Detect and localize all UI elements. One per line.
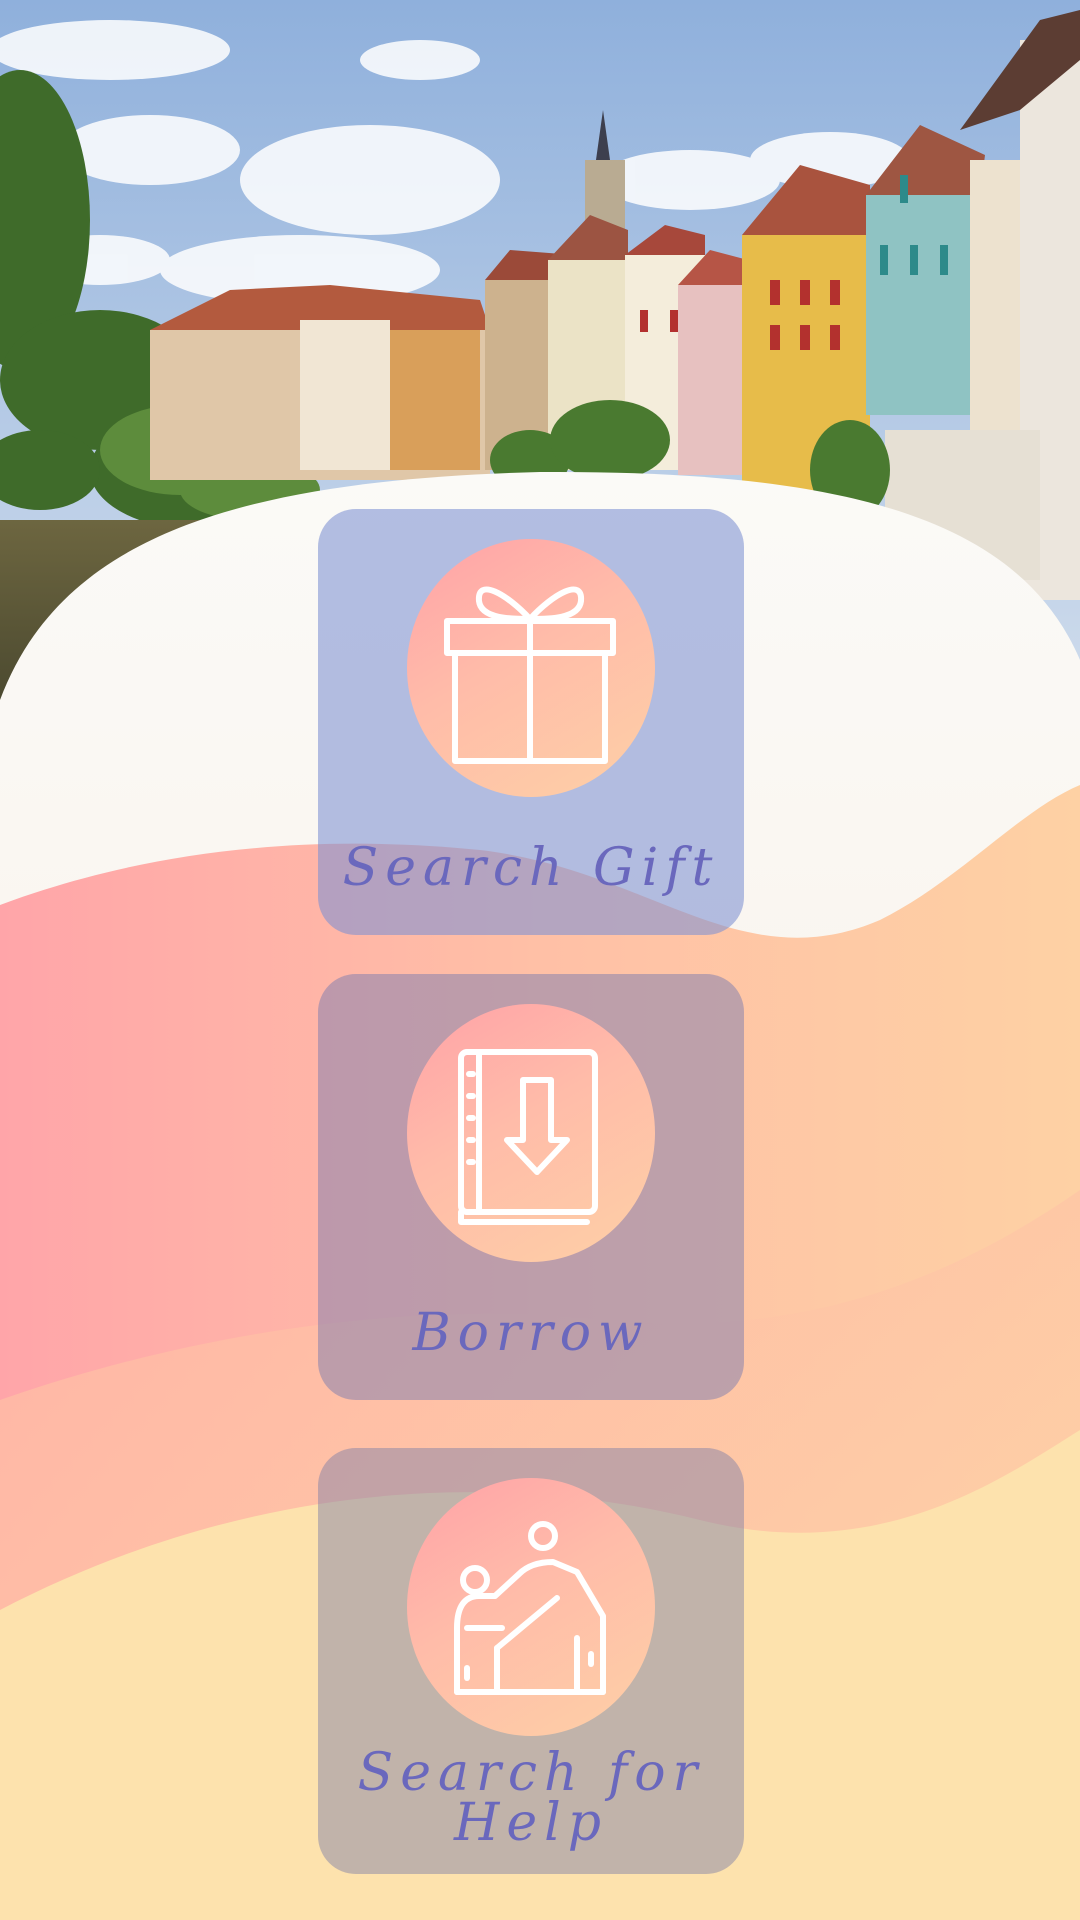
borrow-icon-circle	[407, 1004, 655, 1262]
gift-icon	[444, 586, 616, 764]
helping-hand-icon	[454, 1521, 606, 1695]
search-help-card[interactable]: Search for Help	[318, 1448, 744, 1874]
search-help-icon-circle	[407, 1478, 655, 1736]
search-help-label: Search for Help	[357, 1743, 705, 1853]
search-gift-card[interactable]: Search Gift	[318, 509, 744, 935]
borrow-card[interactable]: Borrow	[318, 974, 744, 1400]
search-gift-label: Search Gift	[342, 838, 720, 898]
borrow-label: Borrow	[412, 1303, 650, 1363]
app-screen: Search Gift Borrow Search for Help	[0, 0, 1080, 1920]
search-gift-icon-circle	[407, 539, 655, 797]
book-download-icon	[458, 1049, 598, 1225]
